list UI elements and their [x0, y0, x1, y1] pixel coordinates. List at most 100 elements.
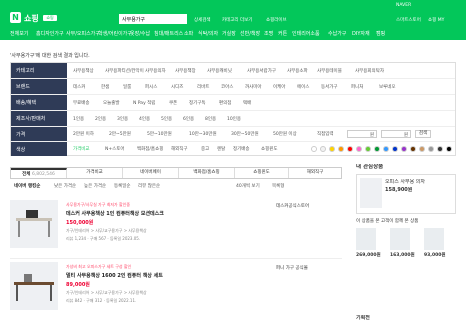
- tab-price-compare[interactable]: 가격비교: [67, 168, 123, 178]
- nav-item[interactable]: 학생/어린이가구: [98, 30, 132, 37]
- list-item[interactable]: 가성비 최고 오피스가구 세트 구성 할인 멀티 사무용책상 1600 2인 컴…: [10, 262, 342, 322]
- filter-option[interactable]: 5만~10만원: [147, 131, 172, 137]
- nav-item[interactable]: 조명: [264, 30, 273, 37]
- filter-option[interactable]: 가격비교: [73, 146, 90, 152]
- filter-option[interactable]: 1인용: [73, 116, 84, 122]
- color-swatch[interactable]: [419, 146, 425, 152]
- color-swatch[interactable]: [311, 146, 317, 152]
- color-swatch[interactable]: [437, 146, 443, 152]
- filter-option[interactable]: 사무용테이블: [317, 68, 342, 74]
- filter-option[interactable]: 동서가구: [321, 84, 338, 90]
- filter-option[interactable]: 쇼핑윈도: [261, 146, 278, 152]
- color-swatch[interactable]: [320, 146, 326, 152]
- filter-option[interactable]: 6인용: [183, 116, 194, 122]
- nav-item[interactable]: 침대/매트리스: [154, 30, 183, 37]
- nav-item[interactable]: DIY자재: [352, 30, 370, 37]
- color-swatch[interactable]: [374, 146, 380, 152]
- related-item-image[interactable]: [424, 228, 444, 250]
- view-count-select[interactable]: 40개씩 보기: [236, 183, 260, 189]
- filter-option[interactable]: 5인용: [161, 116, 172, 122]
- filter-option[interactable]: 리바트: [197, 84, 209, 90]
- filter-option[interactable]: 3인용: [117, 116, 128, 122]
- shopping-live-badge[interactable]: 쇼핑LIVE: [43, 15, 57, 26]
- min-price-field[interactable]: 원: [347, 130, 377, 138]
- sort-option[interactable]: 낮은 가격순: [54, 183, 76, 189]
- product-image[interactable]: [10, 262, 58, 310]
- filter-option[interactable]: 사무용소파: [287, 68, 308, 74]
- tab-naver-pay[interactable]: 네이버페이: [123, 168, 179, 178]
- filter-option[interactable]: 에이스: [297, 84, 309, 90]
- nav-item[interactable]: 옷장/수납: [130, 30, 150, 37]
- filter-option[interactable]: 사무용파티션/칸막이: [105, 68, 144, 74]
- color-swatch[interactable]: [392, 146, 398, 152]
- filter-option[interactable]: 10인용: [227, 116, 241, 122]
- nav-item[interactable]: 수납가구: [328, 30, 346, 37]
- color-swatch[interactable]: [383, 146, 389, 152]
- tab-shopping-window[interactable]: 쇼핑윈도: [235, 168, 289, 178]
- max-price-field[interactable]: 원: [381, 130, 411, 138]
- mall-name[interactable]: 데스커공식스토어: [276, 203, 309, 209]
- filter-option[interactable]: N Pay 적립: [133, 100, 155, 106]
- color-swatch[interactable]: [410, 146, 416, 152]
- filter-option[interactable]: 정기구독: [189, 100, 206, 106]
- tab-overseas[interactable]: 해외직구: [289, 168, 341, 178]
- filter-option[interactable]: 렌탈: [217, 146, 225, 152]
- filter-option[interactable]: 8인용: [205, 116, 216, 122]
- nav-item[interactable]: 소파: [184, 30, 193, 37]
- nav-item[interactable]: 전체보기: [10, 30, 28, 37]
- naver-logo[interactable]: N: [10, 12, 21, 23]
- mall-name[interactable]: 퍼니 가구 공식몰: [276, 265, 308, 271]
- shopping-brand[interactable]: 쇼핑: [24, 13, 39, 24]
- smartstore-link[interactable]: 스마트스토어: [396, 17, 421, 23]
- sort-option[interactable]: 네이버 랭킹순: [14, 183, 40, 189]
- naver-home-link[interactable]: NAVER: [396, 3, 411, 8]
- filter-option[interactable]: N+스토어: [105, 146, 125, 152]
- search-icon[interactable]: [177, 15, 186, 24]
- list-item[interactable]: 사무용가구/사무실 가구 최저가 할인중 데스커 사무용책상 1인 컴퓨터책상 …: [10, 200, 342, 256]
- filter-option[interactable]: 사무용서랍가구: [247, 68, 276, 74]
- filter-option[interactable]: 사무용회의탁자: [355, 68, 384, 74]
- color-swatch[interactable]: [365, 146, 371, 152]
- filter-option[interactable]: 한샘: [101, 84, 109, 90]
- product-name[interactable]: 데스커 사무용책상 1인 컴퓨터책상 모션데스크: [66, 210, 164, 217]
- filter-option[interactable]: 코아스: [221, 84, 233, 90]
- my-shopping-link[interactable]: 쇼핑 MY: [428, 17, 444, 23]
- filter-option[interactable]: 시디즈: [171, 84, 183, 90]
- product-name[interactable]: 멀티 사무용책상 1600 2인 컴퓨터 책상 세트: [66, 272, 163, 279]
- product-image[interactable]: [10, 200, 58, 248]
- filter-option[interactable]: 까사미아: [245, 84, 262, 90]
- filter-option[interactable]: 쿠폰: [169, 100, 177, 106]
- color-swatch[interactable]: [356, 146, 362, 152]
- sort-option[interactable]: 등록일순: [114, 183, 131, 189]
- tab-department[interactable]: 백화점/홈쇼핑: [179, 168, 235, 178]
- related-item-image[interactable]: [390, 228, 410, 250]
- filter-option[interactable]: 사무용의자: [145, 68, 166, 74]
- filter-option[interactable]: 무료배송: [73, 100, 90, 106]
- detail-search-link[interactable]: 상세검색: [194, 17, 211, 23]
- filter-option[interactable]: 2만원 이하: [73, 131, 94, 137]
- filter-option[interactable]: 보루네오: [379, 84, 396, 90]
- filter-option[interactable]: 퍼시스: [145, 84, 157, 90]
- sort-option[interactable]: 높은 가격순: [84, 183, 106, 189]
- filter-option[interactable]: 택배: [243, 100, 251, 106]
- related-item-image[interactable]: [356, 228, 376, 250]
- filter-option[interactable]: 편의점: [219, 100, 231, 106]
- filter-option[interactable]: 사무용책상: [73, 68, 94, 74]
- nav-item[interactable]: 사무/오피스가구: [66, 30, 100, 37]
- filter-option[interactable]: 4인용: [139, 116, 150, 122]
- nav-item[interactable]: 거실장: [222, 30, 236, 37]
- color-swatch[interactable]: [329, 146, 335, 152]
- filter-option[interactable]: 2인용: [95, 116, 106, 122]
- category-more-link[interactable]: 카테고리 더보기: [222, 17, 252, 23]
- filter-option[interactable]: 30만~50만원: [231, 131, 259, 137]
- filter-option[interactable]: 오늘출발: [103, 100, 120, 106]
- product-thumb[interactable]: [360, 178, 382, 208]
- color-swatch[interactable]: [428, 146, 434, 152]
- filter-option[interactable]: 50만원 이상: [273, 131, 297, 137]
- filter-option[interactable]: 백화점/홈쇼핑: [137, 146, 163, 152]
- nav-item[interactable]: 식탁/의자: [198, 30, 218, 37]
- view-type-select[interactable]: 목록형: [272, 183, 284, 189]
- shopping-live-link[interactable]: 쇼핑라이브: [266, 17, 287, 23]
- filter-option[interactable]: 퍼니처: [351, 84, 363, 90]
- filter-option[interactable]: 정기배송: [233, 146, 250, 152]
